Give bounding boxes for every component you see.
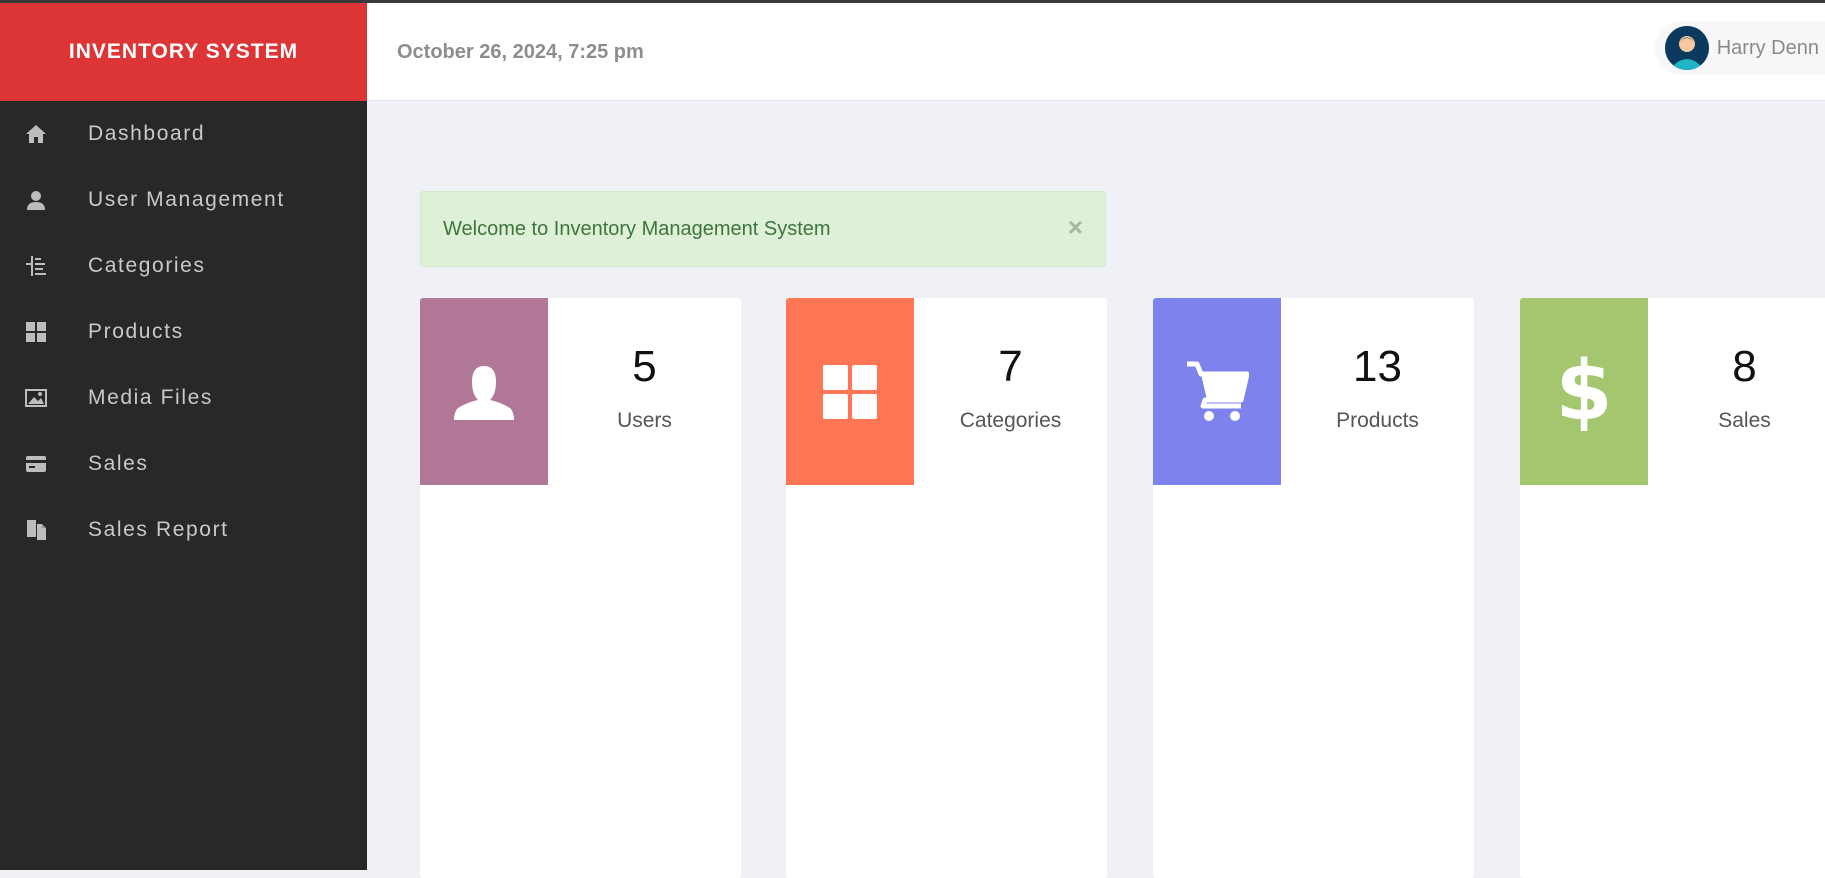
user-name: Harry Denn	[1716, 36, 1819, 59]
cart-icon	[1153, 298, 1281, 485]
current-datetime: October 26, 2024, 7:25 pm	[397, 41, 644, 63]
user-icon	[24, 188, 48, 212]
stat-card-categories[interactable]: 7 Categories	[786, 298, 1107, 878]
sidebar-item-label: Products	[88, 320, 184, 343]
credit-card-icon	[24, 452, 48, 476]
header-bar: October 26, 2024, 7:25 pm Harry Denn	[367, 3, 1825, 101]
user-icon	[420, 298, 548, 485]
sidebar-item-media-files[interactable]: Media Files	[0, 365, 367, 431]
main-content: Welcome to Inventory Management System ×…	[367, 101, 1825, 878]
stat-card-users[interactable]: 5 Users	[420, 298, 741, 878]
sidebar-item-categories[interactable]: Categories	[0, 233, 367, 299]
sidebar-item-label: Sales Report	[88, 518, 229, 541]
sidebar-item-label: Dashboard	[88, 122, 206, 145]
stat-label: Categories	[959, 409, 1062, 432]
duplicate-icon	[24, 518, 48, 542]
app-brand[interactable]: INVENTORY SYSTEM	[0, 3, 367, 101]
welcome-alert: Welcome to Inventory Management System ×	[420, 191, 1106, 267]
stat-count: 5	[632, 342, 657, 391]
stat-label: Sales	[1718, 409, 1771, 432]
close-icon[interactable]: ×	[1068, 214, 1083, 240]
sidebar-item-products[interactable]: Products	[0, 299, 367, 365]
sidebar: Dashboard User Management Categories Pro…	[0, 101, 367, 870]
sidebar-item-sales[interactable]: Sales	[0, 431, 367, 497]
user-avatar-icon	[1664, 26, 1709, 70]
indent-icon	[24, 254, 48, 278]
stat-count: 8	[1732, 342, 1757, 391]
sidebar-item-user-management[interactable]: User Management	[0, 167, 367, 233]
stat-count: 7	[998, 342, 1023, 391]
sidebar-item-dashboard[interactable]: Dashboard	[0, 101, 367, 167]
stat-card-sales[interactable]: $ 8 Sales	[1520, 298, 1825, 878]
dollar-icon: $	[1520, 298, 1648, 485]
alert-message: Welcome to Inventory Management System	[443, 218, 831, 240]
sidebar-item-label: Categories	[88, 254, 206, 277]
app-title: INVENTORY SYSTEM	[68, 40, 299, 63]
sidebar-item-label: Sales	[88, 452, 149, 475]
picture-icon	[24, 386, 48, 410]
stat-count: 13	[1353, 342, 1402, 391]
stat-label: Users	[617, 409, 672, 432]
sidebar-item-label: User Management	[88, 188, 285, 211]
sidebar-item-label: Media Files	[88, 386, 213, 409]
grid-icon	[786, 298, 914, 485]
stat-label: Products	[1336, 409, 1419, 432]
grid-icon	[24, 320, 48, 344]
user-menu[interactable]: Harry Denn	[1654, 21, 1825, 75]
sidebar-item-sales-report[interactable]: Sales Report	[0, 497, 367, 563]
stat-card-products[interactable]: 13 Products	[1153, 298, 1474, 878]
home-icon	[24, 122, 48, 146]
